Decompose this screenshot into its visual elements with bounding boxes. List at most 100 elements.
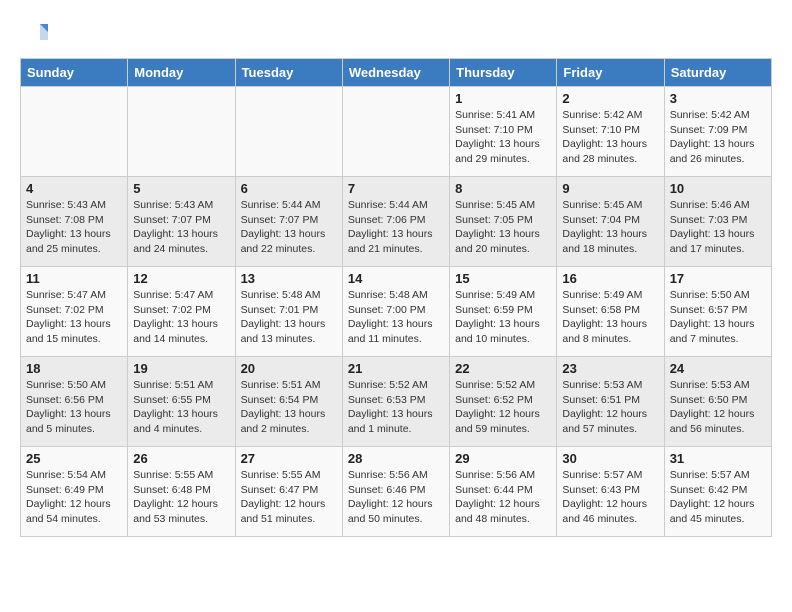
calendar-cell: 1 Sunrise: 5:41 AMSunset: 7:10 PMDaylight… [450, 87, 557, 177]
day-info: Sunrise: 5:52 AMSunset: 6:53 PMDaylight:… [348, 378, 444, 437]
day-info: Sunrise: 5:57 AMSunset: 6:42 PMDaylight:… [670, 468, 766, 527]
calendar-table: SundayMondayTuesdayWednesdayThursdayFrid… [20, 58, 772, 537]
page-header [20, 20, 772, 48]
calendar-cell: 13Sunrise: 5:48 AMSunset: 7:01 PMDayligh… [235, 267, 342, 357]
calendar-cell: 10 Sunrise: 5:46 AMSunset: 7:03 PMDayligh… [664, 177, 771, 267]
day-header-monday: Monday [128, 59, 235, 87]
calendar-cell: 7 Sunrise: 5:44 AMSunset: 7:06 PMDaylight… [342, 177, 449, 267]
calendar-cell: 26 Sunrise: 5:55 AMSunset: 6:48 PMDayligh… [128, 447, 235, 537]
day-number: 29 [455, 451, 551, 466]
day-number: 23 [562, 361, 658, 376]
day-info: Sunrise: 5:50 AMSunset: 6:57 PMDaylight:… [670, 288, 766, 347]
day-number: 5 [133, 181, 229, 196]
calendar-cell: 30 Sunrise: 5:57 AMSunset: 6:43 PMDayligh… [557, 447, 664, 537]
day-info: Sunrise: 5:55 AMSunset: 6:47 PMDaylight:… [241, 468, 337, 527]
day-number: 18 [26, 361, 122, 376]
day-number: 14 [348, 271, 444, 286]
day-number: 8 [455, 181, 551, 196]
calendar-cell: 22 Sunrise: 5:52 AMSunset: 6:52 PMDayligh… [450, 357, 557, 447]
day-number: 24 [670, 361, 766, 376]
calendar-cell: 28 Sunrise: 5:56 AMSunset: 6:46 PMDayligh… [342, 447, 449, 537]
day-number: 1 [455, 91, 551, 106]
calendar-cell: 11 Sunrise: 5:47 AMSunset: 7:02 PMDayligh… [21, 267, 128, 357]
calendar-cell: 6 Sunrise: 5:44 AMSunset: 7:07 PMDaylight… [235, 177, 342, 267]
calendar-cell: 17 Sunrise: 5:50 AMSunset: 6:57 PMDayligh… [664, 267, 771, 357]
calendar-cell [235, 87, 342, 177]
calendar-week-row: 4 Sunrise: 5:43 AMSunset: 7:08 PMDaylight… [21, 177, 772, 267]
day-info: Sunrise: 5:44 AMSunset: 7:07 PMDaylight:… [241, 198, 337, 257]
day-info: Sunrise: 5:54 AMSunset: 6:49 PMDaylight:… [26, 468, 122, 527]
day-number: 3 [670, 91, 766, 106]
day-info: Sunrise: 5:53 AMSunset: 6:50 PMDaylight:… [670, 378, 766, 437]
day-header-friday: Friday [557, 59, 664, 87]
calendar-cell [342, 87, 449, 177]
logo-icon [20, 20, 48, 48]
day-header-sunday: Sunday [21, 59, 128, 87]
day-number: 9 [562, 181, 658, 196]
day-number: 15 [455, 271, 551, 286]
calendar-cell: 3 Sunrise: 5:42 AMSunset: 7:09 PMDaylight… [664, 87, 771, 177]
day-number: 11 [26, 271, 122, 286]
day-number: 6 [241, 181, 337, 196]
day-info: Sunrise: 5:52 AMSunset: 6:52 PMDaylight:… [455, 378, 551, 437]
day-number: 31 [670, 451, 766, 466]
calendar-cell: 8Sunrise: 5:45 AMSunset: 7:05 PMDaylight… [450, 177, 557, 267]
calendar-cell: 4 Sunrise: 5:43 AMSunset: 7:08 PMDaylight… [21, 177, 128, 267]
calendar-cell: 16Sunrise: 5:49 AMSunset: 6:58 PMDayligh… [557, 267, 664, 357]
day-number: 10 [670, 181, 766, 196]
calendar-header-row: SundayMondayTuesdayWednesdayThursdayFrid… [21, 59, 772, 87]
calendar-cell: 14 Sunrise: 5:48 AMSunset: 7:00 PMDayligh… [342, 267, 449, 357]
day-info: Sunrise: 5:48 AMSunset: 7:00 PMDaylight:… [348, 288, 444, 347]
day-info: Sunrise: 5:42 AMSunset: 7:09 PMDaylight:… [670, 108, 766, 167]
day-info: Sunrise: 5:46 AMSunset: 7:03 PMDaylight:… [670, 198, 766, 257]
calendar-cell: 23Sunrise: 5:53 AMSunset: 6:51 PMDayligh… [557, 357, 664, 447]
day-info: Sunrise: 5:57 AMSunset: 6:43 PMDaylight:… [562, 468, 658, 527]
day-number: 7 [348, 181, 444, 196]
day-info: Sunrise: 5:47 AMSunset: 7:02 PMDaylight:… [133, 288, 229, 347]
calendar-week-row: 25 Sunrise: 5:54 AMSunset: 6:49 PMDayligh… [21, 447, 772, 537]
day-number: 22 [455, 361, 551, 376]
calendar-cell: 2Sunrise: 5:42 AMSunset: 7:10 PMDaylight… [557, 87, 664, 177]
day-info: Sunrise: 5:43 AMSunset: 7:07 PMDaylight:… [133, 198, 229, 257]
day-info: Sunrise: 5:44 AMSunset: 7:06 PMDaylight:… [348, 198, 444, 257]
day-number: 25 [26, 451, 122, 466]
day-header-saturday: Saturday [664, 59, 771, 87]
day-info: Sunrise: 5:50 AMSunset: 6:56 PMDaylight:… [26, 378, 122, 437]
day-number: 21 [348, 361, 444, 376]
calendar-cell [21, 87, 128, 177]
day-number: 2 [562, 91, 658, 106]
day-number: 17 [670, 271, 766, 286]
day-header-wednesday: Wednesday [342, 59, 449, 87]
calendar-cell: 21 Sunrise: 5:52 AMSunset: 6:53 PMDayligh… [342, 357, 449, 447]
logo [20, 20, 52, 48]
day-number: 30 [562, 451, 658, 466]
day-info: Sunrise: 5:55 AMSunset: 6:48 PMDaylight:… [133, 468, 229, 527]
calendar-cell [128, 87, 235, 177]
day-number: 26 [133, 451, 229, 466]
calendar-cell: 9 Sunrise: 5:45 AMSunset: 7:04 PMDaylight… [557, 177, 664, 267]
day-info: Sunrise: 5:49 AMSunset: 6:59 PMDaylight:… [455, 288, 551, 347]
calendar-week-row: 1 Sunrise: 5:41 AMSunset: 7:10 PMDaylight… [21, 87, 772, 177]
day-info: Sunrise: 5:51 AMSunset: 6:55 PMDaylight:… [133, 378, 229, 437]
day-number: 13 [241, 271, 337, 286]
day-info: Sunrise: 5:41 AMSunset: 7:10 PMDaylight:… [455, 108, 551, 167]
day-info: Sunrise: 5:49 AMSunset: 6:58 PMDaylight:… [562, 288, 658, 347]
day-header-tuesday: Tuesday [235, 59, 342, 87]
day-info: Sunrise: 5:43 AMSunset: 7:08 PMDaylight:… [26, 198, 122, 257]
day-number: 20 [241, 361, 337, 376]
day-number: 4 [26, 181, 122, 196]
day-info: Sunrise: 5:45 AMSunset: 7:04 PMDaylight:… [562, 198, 658, 257]
calendar-cell: 25 Sunrise: 5:54 AMSunset: 6:49 PMDayligh… [21, 447, 128, 537]
calendar-cell: 24 Sunrise: 5:53 AMSunset: 6:50 PMDayligh… [664, 357, 771, 447]
day-number: 27 [241, 451, 337, 466]
day-info: Sunrise: 5:56 AMSunset: 6:44 PMDaylight:… [455, 468, 551, 527]
day-header-thursday: Thursday [450, 59, 557, 87]
calendar-week-row: 11 Sunrise: 5:47 AMSunset: 7:02 PMDayligh… [21, 267, 772, 357]
calendar-cell: 18 Sunrise: 5:50 AMSunset: 6:56 PMDayligh… [21, 357, 128, 447]
day-info: Sunrise: 5:56 AMSunset: 6:46 PMDaylight:… [348, 468, 444, 527]
calendar-cell: 31 Sunrise: 5:57 AMSunset: 6:42 PMDayligh… [664, 447, 771, 537]
calendar-cell: 27 Sunrise: 5:55 AMSunset: 6:47 PMDayligh… [235, 447, 342, 537]
day-number: 28 [348, 451, 444, 466]
calendar-cell: 20Sunrise: 5:51 AMSunset: 6:54 PMDayligh… [235, 357, 342, 447]
day-info: Sunrise: 5:47 AMSunset: 7:02 PMDaylight:… [26, 288, 122, 347]
